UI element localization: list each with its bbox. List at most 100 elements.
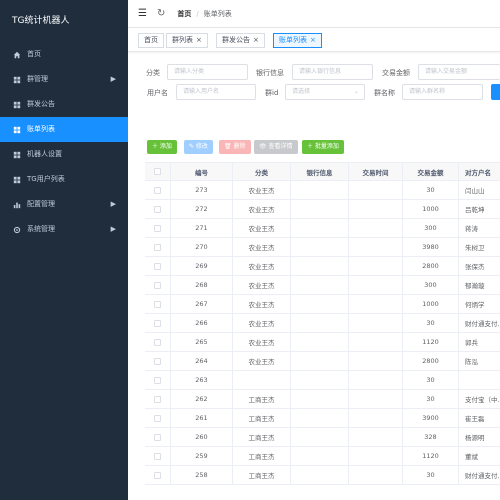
edit-button[interactable]: ✎ 修改 (184, 140, 213, 154)
column-header-bank[interactable]: 银行信息 (291, 163, 349, 180)
table-row[interactable]: 268 农业王杰 300 郁瀚璇 (145, 276, 500, 295)
table-row[interactable]: 265 农业王杰 1120 郭兵 (145, 333, 500, 352)
expand-arrow-icon[interactable]: ▶ (111, 192, 116, 217)
row-select-cell (145, 371, 171, 389)
row-checkbox[interactable] (154, 300, 161, 308)
grid-icon (12, 100, 22, 110)
cell-id: 272 (171, 200, 233, 218)
search-button[interactable] (491, 84, 500, 100)
table-row[interactable]: 263 30 (145, 371, 500, 390)
cell-category: 农业王杰 (233, 352, 291, 370)
category-input[interactable]: 请输入分类 (167, 64, 248, 80)
row-checkbox[interactable] (154, 471, 161, 479)
column-header-counterparty[interactable]: 对方户名 (459, 163, 500, 180)
table-row[interactable]: 266 农业王杰 30 财付通支付... (145, 314, 500, 333)
cell-id: 258 (171, 466, 233, 484)
row-checkbox[interactable] (154, 376, 161, 384)
table-body: 273 农业王杰 30 闫山山 272 农业王杰 1000 吕乾坤 271 农业王杰 300 蒋涛 27… (145, 181, 500, 485)
sidebar-item-3[interactable]: 账单列表 (0, 117, 128, 142)
cell-category: 农业王杰 (233, 295, 291, 313)
group-id-placeholder: 请选择 (292, 88, 311, 95)
close-icon[interactable]: × (196, 36, 202, 44)
sidebar-item-label: 群管理 (27, 75, 48, 83)
cell-bank (291, 257, 349, 275)
column-header-amount[interactable]: 交易金额 (403, 163, 459, 180)
sidebar-item-4[interactable]: 机器人设置 (0, 142, 128, 167)
table-row[interactable]: 271 农业王杰 300 蒋涛 (145, 219, 500, 238)
tags-view: 首页 群列表 × 群发公告 × 账单列表 × (128, 28, 500, 52)
cell-id: 260 (171, 428, 233, 446)
close-icon[interactable]: × (253, 36, 259, 44)
group-name-input[interactable]: 请输入群名称 (402, 84, 483, 100)
cell-bank (291, 390, 349, 408)
tag-group-list[interactable]: 群列表 × (166, 33, 208, 48)
table-row[interactable]: 261 工商王杰 3900 崔王磊 (145, 409, 500, 428)
bank-input[interactable]: 请输入银行信息 (292, 64, 373, 80)
sidebar-item-2[interactable]: 群发公告 (0, 92, 128, 117)
row-checkbox[interactable] (154, 433, 161, 441)
row-checkbox[interactable] (154, 357, 161, 365)
table-row[interactable]: 258 工商王杰 30 财付通支付... (145, 466, 500, 485)
cell-id: 262 (171, 390, 233, 408)
cell-time (349, 428, 403, 446)
tag-home[interactable]: 首页 (138, 33, 164, 48)
username-input[interactable]: 请输入用户名 (176, 84, 256, 100)
tag-broadcast[interactable]: 群发公告 × (216, 33, 265, 48)
column-header-category[interactable]: 分类 (233, 163, 291, 180)
home-icon (12, 50, 22, 60)
table-row[interactable]: 262 工商王杰 30 支付宝（中... (145, 390, 500, 409)
sidebar-item-7[interactable]: 系统管理 ▶ (0, 217, 128, 242)
sidebar-item-1[interactable]: 群管理 ▶ (0, 67, 128, 92)
cell-category: 工商王杰 (233, 390, 291, 408)
table-row[interactable]: 273 农业王杰 30 闫山山 (145, 181, 500, 200)
row-checkbox[interactable] (154, 338, 161, 346)
breadcrumb-home[interactable]: 首页 (177, 9, 191, 19)
table-row[interactable]: 259 工商王杰 1120 董斌 (145, 447, 500, 466)
row-checkbox[interactable] (154, 186, 161, 194)
row-checkbox[interactable] (154, 243, 161, 251)
amount-input[interactable]: 请输入交易金额 (418, 64, 500, 80)
row-checkbox[interactable] (154, 319, 161, 327)
sidebar-item-5[interactable]: TG用户列表 (0, 167, 128, 192)
view-details-button[interactable]: 👁 查看详情 (254, 140, 298, 154)
row-checkbox[interactable] (154, 395, 161, 403)
expand-arrow-icon[interactable]: ▶ (111, 67, 116, 92)
tag-label: 首页 (144, 36, 158, 44)
cell-amount: 300 (403, 219, 459, 237)
bank-label: 银行信息 (256, 69, 284, 77)
cell-counterparty (459, 371, 500, 389)
hamburger-icon[interactable]: ☰ (138, 8, 147, 19)
row-checkbox[interactable] (154, 452, 161, 460)
table-row[interactable]: 269 农业王杰 2800 张保杰 (145, 257, 500, 276)
column-header-id[interactable]: 编号 (171, 163, 233, 180)
sidebar-item-6[interactable]: 配置管理 ▶ (0, 192, 128, 217)
select-all-checkbox[interactable] (154, 168, 161, 175)
refresh-icon[interactable]: ↻ (157, 8, 165, 19)
cell-category: 工商王杰 (233, 428, 291, 446)
cell-bank (291, 295, 349, 313)
table-row[interactable]: 272 农业王杰 1000 吕乾坤 (145, 200, 500, 219)
table-row[interactable]: 260 工商王杰 328 杨源明 (145, 428, 500, 447)
delete-button[interactable]: 🗑 删除 (219, 140, 251, 154)
app-title: TG统计机器人 (12, 16, 70, 26)
row-checkbox[interactable] (154, 262, 161, 270)
batch-add-button[interactable]: ＋ 批量添加 (302, 140, 344, 154)
row-checkbox[interactable] (154, 414, 161, 422)
add-button[interactable]: ＋ 添加 (147, 140, 177, 154)
close-icon[interactable]: × (310, 36, 316, 44)
cell-bank (291, 333, 349, 351)
tag-bill-list[interactable]: 账单列表 × (273, 33, 322, 48)
cell-bank (291, 466, 349, 484)
column-header-time[interactable]: 交易时间 (349, 163, 403, 180)
table-row[interactable]: 267 农业王杰 1000 何炳学 (145, 295, 500, 314)
table-row[interactable]: 270 农业王杰 3980 朱树卫 (145, 238, 500, 257)
row-select-cell (145, 390, 171, 408)
row-checkbox[interactable] (154, 205, 161, 213)
group-id-select[interactable]: 请选择 ⌄ (285, 84, 365, 100)
cell-id: 264 (171, 352, 233, 370)
expand-arrow-icon[interactable]: ▶ (111, 217, 116, 242)
sidebar-item-0[interactable]: 首页 (0, 42, 128, 67)
table-row[interactable]: 264 农业王杰 2800 陈泓 (145, 352, 500, 371)
row-checkbox[interactable] (154, 224, 161, 232)
row-checkbox[interactable] (154, 281, 161, 289)
